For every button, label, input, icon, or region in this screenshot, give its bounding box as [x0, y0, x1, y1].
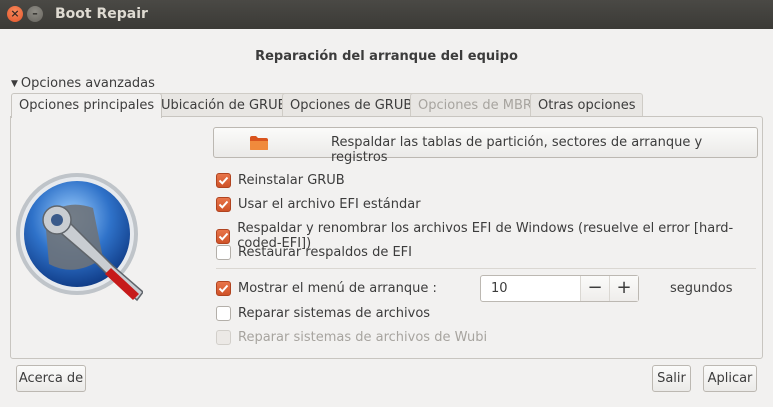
title-bar: × – Boot Repair [0, 0, 773, 29]
checkbox-checked-icon[interactable] [216, 197, 231, 212]
checkbox-unchecked-icon[interactable] [216, 306, 231, 321]
decrement-button[interactable]: − [580, 276, 609, 301]
quit-button[interactable]: Salir [652, 365, 691, 392]
close-window-button[interactable]: × [7, 6, 23, 22]
option-label: Mostrar el menú de arranque : [238, 281, 437, 296]
separator [216, 268, 756, 269]
checkbox-disabled-icon [216, 330, 231, 345]
option-standard-efi[interactable]: Usar el archivo EFI estándar [216, 197, 421, 212]
boot-menu-seconds-spinner[interactable]: 10 − + [480, 275, 639, 302]
seconds-label: segundos [670, 281, 733, 296]
tab-otras-opciones[interactable]: Otras opciones [530, 93, 644, 117]
checkbox-unchecked-icon[interactable] [216, 245, 231, 260]
tab-opciones-mbr: Opciones de MBR [410, 93, 540, 117]
option-repair-wubi-filesystems: Reparar sistemas de archivos de Wubi [216, 330, 487, 345]
option-show-boot-menu[interactable]: Mostrar el menú de arranque : [216, 281, 437, 296]
boot-repair-logo-icon [16, 173, 143, 302]
option-restore-efi-backups[interactable]: Restaurar respaldos de EFI [216, 245, 412, 260]
option-repair-filesystems[interactable]: Reparar sistemas de archivos [216, 306, 430, 321]
about-button[interactable]: Acerca de [16, 365, 86, 392]
spinner-value[interactable]: 10 [481, 276, 580, 301]
backup-partition-tables-button[interactable]: Respaldar las tablas de partición, secto… [213, 127, 758, 165]
expander-label: Opciones avanzadas [20, 76, 155, 91]
checkbox-checked-icon[interactable] [216, 228, 231, 244]
tab-opciones-principales[interactable]: Opciones principales [11, 93, 163, 118]
checkbox-checked-icon[interactable] [216, 281, 231, 296]
option-label: Usar el archivo EFI estándar [238, 197, 421, 212]
folder-icon [250, 136, 268, 150]
option-label: Reinstalar GRUB [238, 173, 345, 188]
minimize-window-button[interactable]: – [27, 6, 43, 22]
increment-button[interactable]: + [609, 276, 638, 301]
checkbox-checked-icon[interactable] [216, 173, 231, 188]
apply-button[interactable]: Aplicar [703, 365, 757, 392]
option-label: Reparar sistemas de archivos de Wubi [238, 330, 488, 345]
backup-button-label: Respaldar las tablas de partición, secto… [331, 135, 703, 165]
triangle-down-icon: ▼ [11, 78, 18, 89]
page-heading: Reparación del arranque del equipo [255, 49, 518, 64]
tab-opciones-grub[interactable]: Opciones de GRUB [282, 93, 421, 117]
option-reinstall-grub[interactable]: Reinstalar GRUB [216, 173, 345, 188]
window-title: Boot Repair [55, 6, 148, 22]
advanced-options-expander[interactable]: ▼ Opciones avanzadas [11, 76, 155, 91]
option-label: Restaurar respaldos de EFI [238, 245, 412, 260]
option-label: Reparar sistemas de archivos [238, 306, 431, 321]
tab-ubicacion-grub[interactable]: Ubicación de GRUB [153, 93, 295, 117]
